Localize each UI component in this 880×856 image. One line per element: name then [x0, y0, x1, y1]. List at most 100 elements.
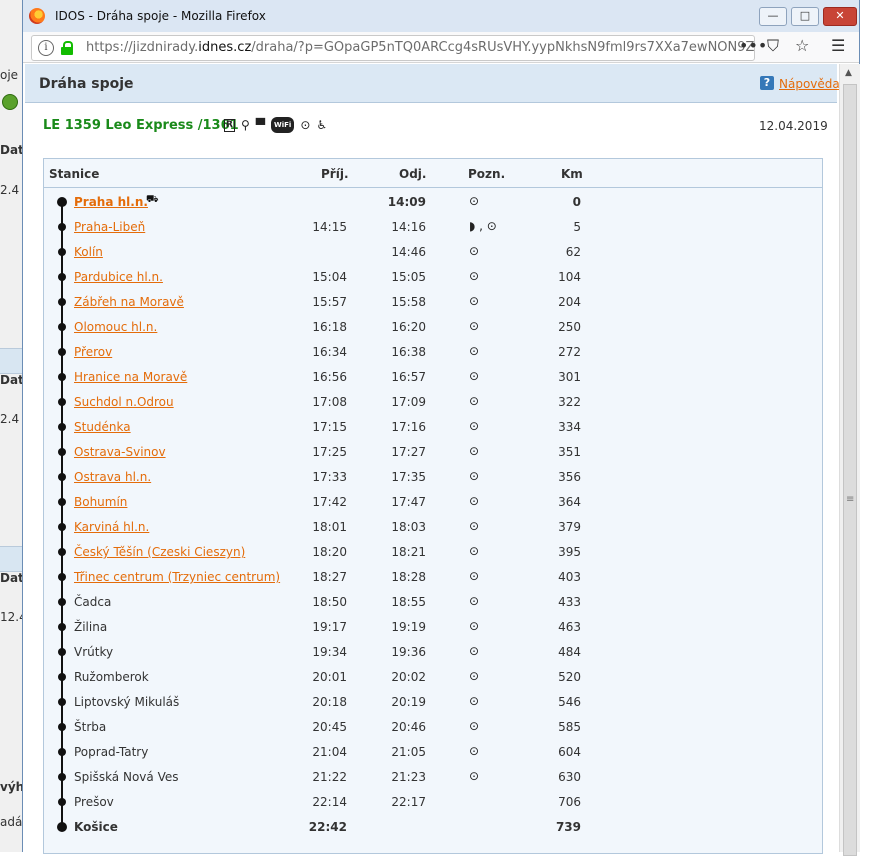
stop-notes: ⊙ [469, 619, 480, 633]
stop-dot [58, 523, 66, 531]
stop-dot [58, 273, 66, 281]
station-name: Liptovský Mikuláš [74, 695, 180, 709]
stop-dot [58, 648, 66, 656]
bg-bar [0, 546, 22, 572]
minimize-button[interactable]: — [759, 7, 787, 26]
departure-time: 20:02 [391, 670, 426, 684]
header-notes: Pozn. [468, 167, 506, 181]
station-name: Ružomberok [74, 670, 149, 684]
page-title: Dráha spoje [39, 76, 134, 92]
pocket-icon[interactable]: ⛉ [767, 37, 779, 55]
popup-header: Dráha spoje ? Nápověda [25, 64, 840, 103]
arrival-time: 17:42 [312, 495, 347, 509]
station-name[interactable]: Zábřeh na Moravě [74, 295, 184, 309]
arrival-time: 18:20 [312, 545, 347, 559]
station-name[interactable]: Bohumín [74, 495, 127, 509]
table-row: Ružomberok 20:01 20:02 ⊙ 520 [44, 664, 822, 689]
firefox-window: IDOS - Dráha spoje - Mozilla Firefox — □… [22, 0, 860, 856]
station-name[interactable]: Kolín [74, 245, 103, 259]
table-row: Spišská Nová Ves 21:22 21:23 ⊙ 630 [44, 764, 822, 789]
stop-dot [58, 798, 66, 806]
arrival-time: 16:56 [312, 370, 347, 384]
station-name[interactable]: Suchdol n.Odrou [74, 395, 174, 409]
station-name[interactable]: Ostrava hl.n. [74, 470, 151, 484]
arrival-time: 17:33 [312, 470, 347, 484]
distance-km: 322 [558, 395, 581, 409]
scrollbar-thumb[interactable] [843, 84, 857, 856]
train-name: LE 1359 Leo Express /1361 [43, 118, 239, 133]
distance-km: 403 [558, 570, 581, 584]
station-name[interactable]: Studénka [74, 420, 131, 434]
station-name: Spišská Nová Ves [74, 770, 179, 784]
stop-dot [58, 748, 66, 756]
table-row: Kolín 14:46 ⊙ 62 [44, 239, 822, 264]
table-row: Čadca 18:50 18:55 ⊙ 433 [44, 589, 822, 614]
vertical-scrollbar[interactable]: ▲ ≡ [839, 64, 860, 856]
arrival-time: 20:45 [312, 720, 347, 734]
stop-dot [58, 698, 66, 706]
departure-time: 17:27 [391, 445, 426, 459]
stop-notes: ⊙ [469, 369, 480, 383]
distance-km: 334 [558, 420, 581, 434]
scroll-up-icon[interactable]: ▲ [845, 68, 852, 78]
url-text[interactable]: https://jizdnirady.idnes.cz/draha/?p=GOp… [86, 40, 754, 55]
station-name: Žilina [74, 620, 108, 634]
lock-icon[interactable] [61, 41, 73, 55]
station-name[interactable]: Pardubice hl.n. [74, 270, 163, 284]
maximize-button[interactable]: □ [791, 7, 819, 26]
stop-dot [58, 223, 66, 231]
stop-dot [58, 773, 66, 781]
arrival-time: 17:25 [312, 445, 347, 459]
departure-time: 20:46 [391, 720, 426, 734]
station-name[interactable]: Hranice na Moravě [74, 370, 187, 384]
info-icon[interactable]: i [38, 40, 54, 56]
departure-time: 14:46 [391, 245, 426, 259]
departure-time: 16:38 [391, 345, 426, 359]
stop-dot [58, 373, 66, 381]
reservation-icon: R [224, 118, 235, 132]
station-name[interactable]: Olomouc hl.n. [74, 320, 157, 334]
stop-notes: ⊙ [469, 519, 480, 533]
stop-notes: ⊙ [469, 319, 480, 333]
menu-icon[interactable]: ☰ [831, 37, 845, 55]
departure-time: 17:35 [391, 470, 426, 484]
station-name[interactable]: Praha-Libeň [74, 220, 145, 234]
table-row: Štrba 20:45 20:46 ⊙ 585 [44, 714, 822, 739]
help-icon[interactable]: ? [760, 76, 774, 90]
stop-notes: ⊙ [469, 494, 480, 508]
stop-dot [58, 448, 66, 456]
stop-dot [58, 548, 66, 556]
departure-time: 22:17 [391, 795, 426, 809]
stop-dot [58, 323, 66, 331]
distance-km: 379 [558, 520, 581, 534]
url-bar[interactable]: i https://jizdnirady.idnes.cz/draha/?p=G… [31, 35, 755, 61]
departure-time: 19:36 [391, 645, 426, 659]
station-name[interactable]: Český Těšín (Czeski Cieszyn) [74, 545, 245, 559]
bookmark-star-icon[interactable]: ☆ [795, 37, 809, 55]
distance-km: 433 [558, 595, 581, 609]
station-name[interactable]: Přerov [74, 345, 112, 359]
close-button[interactable]: ✕ [823, 7, 857, 26]
table-row: Suchdol n.Odrou 17:08 17:09 ⊙ 322 [44, 389, 822, 414]
stop-dot [58, 423, 66, 431]
help-link[interactable]: Nápověda [779, 77, 840, 91]
table-row: Ostrava-Svinov 17:25 17:27 ⊙ 351 [44, 439, 822, 464]
arrival-time: 18:50 [312, 595, 347, 609]
station-name[interactable]: Praha hl.n. [74, 195, 148, 209]
stop-notes: ⊙ [469, 294, 480, 308]
stop-notes: ⊙ [469, 269, 480, 283]
arrival-time: 21:22 [312, 770, 347, 784]
stop-notes: ⊙ [469, 444, 480, 458]
station-name[interactable]: Třinec centrum (Trzyniec centrum) [74, 570, 280, 584]
table-header: Stanice Příj. Odj. Pozn. Km [44, 159, 822, 188]
arrival-time: 20:01 [312, 670, 347, 684]
station-name[interactable]: Ostrava-Svinov [74, 445, 166, 459]
arrival-time: 19:17 [312, 620, 347, 634]
distance-km: 301 [558, 370, 581, 384]
stop-notes: ⊙ [469, 544, 480, 558]
departure-time: 14:09 [387, 195, 426, 209]
table-row: Vrútky 19:34 19:36 ⊙ 484 [44, 639, 822, 664]
distance-km: 272 [558, 345, 581, 359]
station-name[interactable]: Karviná hl.n. [74, 520, 149, 534]
more-icon[interactable]: ••• [739, 37, 767, 55]
